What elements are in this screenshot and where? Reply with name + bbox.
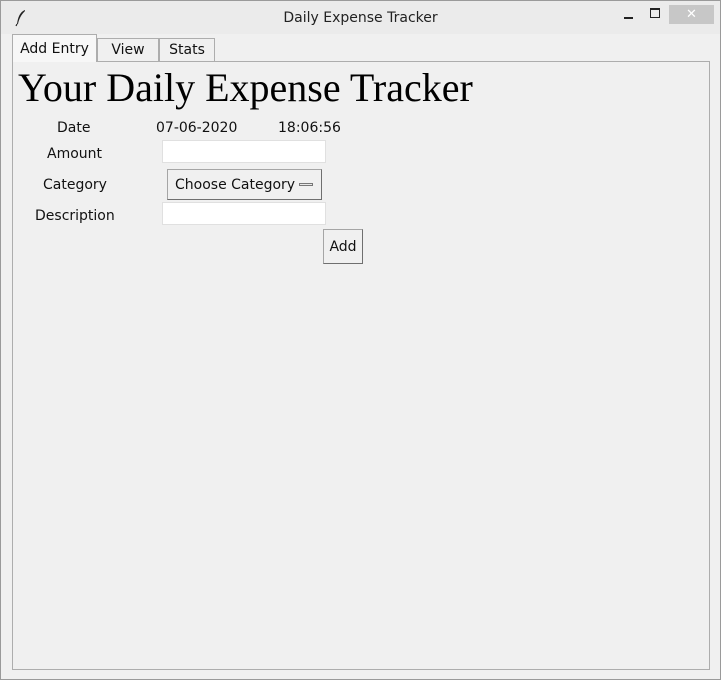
close-button[interactable]: ✕	[669, 5, 714, 24]
tab-add-entry[interactable]: Add Entry	[12, 34, 97, 62]
tab-view[interactable]: View	[97, 38, 159, 61]
category-dropdown[interactable]: Choose Category	[167, 169, 322, 200]
minimize-button[interactable]	[615, 5, 641, 24]
add-entry-panel: Your Daily Expense Tracker Date 07-06-20…	[12, 61, 710, 670]
description-label: Description	[35, 208, 115, 224]
amount-label: Amount	[47, 146, 103, 162]
dropdown-indicator-icon	[299, 183, 313, 186]
description-input[interactable]	[162, 202, 326, 225]
category-selected: Choose Category	[175, 177, 296, 193]
window-title: Daily Expense Tracker	[283, 10, 438, 26]
add-button[interactable]: Add	[323, 229, 363, 264]
maximize-icon	[650, 7, 660, 18]
minimize-icon	[623, 16, 633, 19]
tab-stats[interactable]: Stats	[159, 38, 215, 61]
amount-input[interactable]	[162, 140, 326, 163]
time-value: 18:06:56	[278, 120, 341, 136]
date-label: Date	[57, 120, 91, 136]
maximize-button[interactable]	[642, 5, 668, 24]
close-icon: ✕	[686, 7, 697, 22]
app-window: Daily Expense Tracker ✕ Add Entry View S…	[0, 0, 721, 680]
title-bar[interactable]: Daily Expense Tracker ✕	[1, 1, 720, 34]
category-label: Category	[43, 177, 107, 193]
date-value: 07-06-2020	[156, 120, 238, 136]
page-title: Your Daily Expense Tracker	[18, 65, 473, 110]
